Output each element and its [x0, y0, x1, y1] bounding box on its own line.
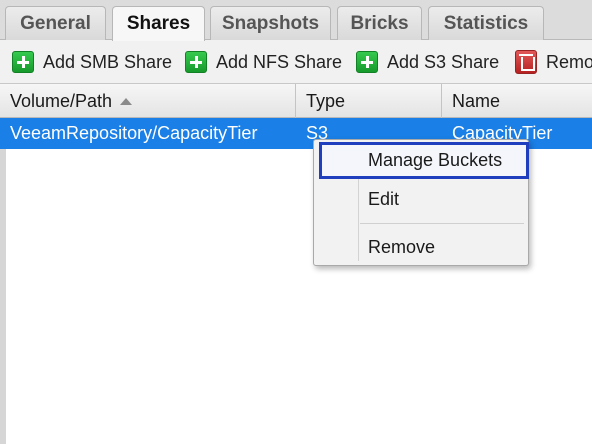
- tab-statistics[interactable]: Statistics: [428, 6, 544, 40]
- tab-snapshots[interactable]: Snapshots: [210, 6, 331, 40]
- add-icon: [185, 51, 207, 73]
- add-s3-share-button[interactable]: Add S3 Share: [356, 40, 499, 84]
- tab-shares[interactable]: Shares: [112, 6, 205, 41]
- column-header-name[interactable]: Name: [442, 84, 592, 118]
- sort-ascending-icon: [120, 97, 133, 105]
- menu-item-manage-buckets[interactable]: Manage Buckets: [319, 142, 529, 179]
- trash-icon: [515, 50, 537, 74]
- add-smb-share-label: Add SMB Share: [43, 51, 173, 72]
- column-header-label: Type: [306, 90, 346, 111]
- shares-toolbar: Add SMB Share Add NFS Share Add S3 Share…: [0, 40, 592, 84]
- column-header-type[interactable]: Type: [296, 84, 442, 118]
- tab-strip: General Shares Snapshots Bricks Statisti…: [0, 0, 592, 41]
- add-s3-share-label: Add S3 Share: [387, 51, 500, 72]
- cell-volume-path: VeeamRepository/CapacityTier: [10, 123, 258, 143]
- menu-item-remove[interactable]: Remove: [317, 229, 525, 266]
- context-menu: Manage Buckets Edit Remove: [313, 139, 529, 266]
- grid-header: Volume/Path Type Name: [0, 84, 592, 118]
- add-icon: [356, 51, 378, 73]
- column-header-label: Name: [452, 90, 501, 111]
- menu-item-edit[interactable]: Edit: [317, 181, 525, 218]
- column-header-volume-path[interactable]: Volume/Path: [0, 84, 296, 118]
- add-icon: [12, 51, 34, 73]
- column-header-label: Volume/Path: [10, 90, 113, 111]
- tab-bricks[interactable]: Bricks: [337, 6, 422, 40]
- add-nfs-share-label: Add NFS Share: [216, 51, 343, 72]
- add-smb-share-button[interactable]: Add SMB Share: [12, 40, 172, 84]
- remove-share-label: Remo: [546, 51, 592, 72]
- remove-share-button[interactable]: Remo: [515, 40, 592, 84]
- menu-separator: [360, 223, 524, 224]
- tab-general[interactable]: General: [5, 6, 106, 40]
- add-nfs-share-button[interactable]: Add NFS Share: [185, 40, 342, 84]
